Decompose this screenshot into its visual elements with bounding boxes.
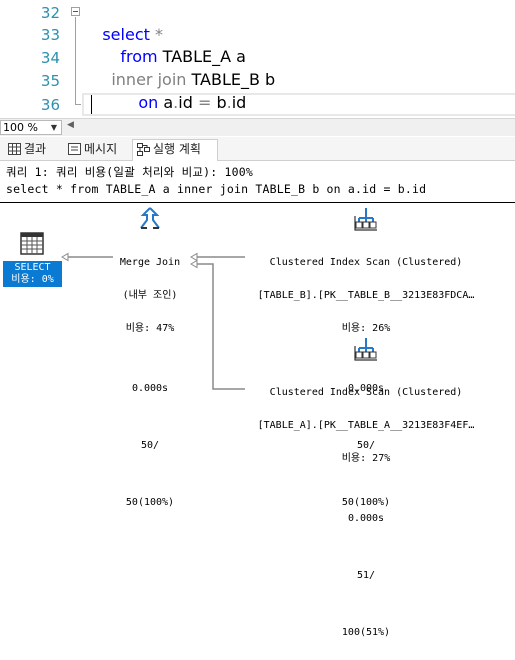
collapse-toggle-icon[interactable] [71, 7, 80, 16]
line-number: 33 [40, 26, 60, 44]
editor-status-bar: 100 % ▼ ◀ [0, 118, 515, 136]
merge-join-icon[interactable] [137, 206, 163, 232]
operator-time: 0.000s [347, 513, 385, 524]
code-line: inner join TABLE_B b [111, 70, 276, 89]
operator-cost: 비용: 26% [341, 323, 391, 334]
operator-object: [TABLE_A].[PK__TABLE_A__3213E83F4EF… [257, 420, 475, 431]
operator-name: Clustered Index Scan (Clustered) [269, 257, 463, 268]
operator-cost: 비용: 47% [125, 323, 175, 334]
scroll-left-icon[interactable]: ◀ [67, 120, 74, 130]
tab-execution-plan[interactable]: 실행 계획 [132, 139, 218, 161]
code-line: select * [102, 25, 163, 44]
line-number: 35 [40, 72, 60, 90]
operator-cost: 비용: 27% [341, 453, 391, 464]
line-number: 36 [40, 96, 60, 114]
operator-rows-pct: 100(51%) [341, 627, 391, 638]
results-tab-strip: 결과 메시지 실행 계획 [0, 137, 515, 161]
line-number: 34 [40, 49, 60, 67]
line-number: 32 [40, 4, 60, 22]
operator-subtitle: (내부 조인) [122, 290, 178, 301]
code-line: on a.id = b.id [138, 93, 247, 112]
text-caret [91, 95, 92, 114]
operator-rows-pct: 50(100%) [125, 497, 175, 508]
clustered-index-scan-icon[interactable] [353, 336, 379, 362]
operator-rows: 50/ [140, 440, 160, 451]
execution-plan-icon [137, 143, 150, 156]
operator-time: 0.000s [131, 383, 169, 394]
zoom-value: 100 % [3, 121, 38, 134]
select-node[interactable]: SELECT 비용: 0% [3, 261, 62, 287]
message-icon [68, 143, 81, 155]
fold-guide-end [75, 104, 81, 105]
horizontal-scrollbar[interactable]: ◀ [66, 120, 511, 134]
grid-icon [8, 143, 21, 155]
code-line: from TABLE_A a [120, 47, 246, 66]
select-node-label: SELECT [14, 262, 51, 273]
execution-plan-pane[interactable]: 쿼리 1: 쿼리 비용(일괄 처리와 비교): 100% select * fr… [0, 161, 515, 638]
operator-rows: 51/ [356, 570, 376, 581]
tab-label: 메시지 [84, 142, 118, 156]
tab-results[interactable]: 결과 [4, 140, 54, 160]
operator-name: Clustered Index Scan (Clustered) [269, 387, 463, 398]
operator-name: Merge Join [119, 257, 181, 268]
zoom-dropdown[interactable]: 100 % ▼ [0, 120, 62, 135]
fold-guide-line [75, 17, 76, 105]
tab-label: 결과 [24, 142, 47, 156]
clustered-index-scan-icon[interactable] [353, 206, 379, 232]
line-number-gutter: 32 33 34 35 36 [0, 0, 62, 118]
operator-object: [TABLE_B].[PK__TABLE_B__3213E83FDCA… [257, 290, 475, 301]
sql-editor[interactable]: 32 33 34 35 36 select * from TABLE_A a i… [0, 0, 515, 118]
chevron-down-icon: ▼ [50, 123, 57, 132]
clustered-index-scan-table-a-node[interactable]: Clustered Index Scan (Clustered) [TABLE_… [246, 365, 486, 660]
tab-messages[interactable]: 메시지 [64, 140, 130, 160]
current-line-highlight [82, 93, 515, 116]
select-node-cost: 비용: 0% [11, 274, 54, 285]
tab-label: 실행 계획 [153, 142, 201, 156]
merge-join-node[interactable]: Merge Join (내부 조인) 비용: 47% 0.000s 50/ 50… [100, 235, 200, 530]
result-table-icon[interactable] [20, 232, 46, 256]
